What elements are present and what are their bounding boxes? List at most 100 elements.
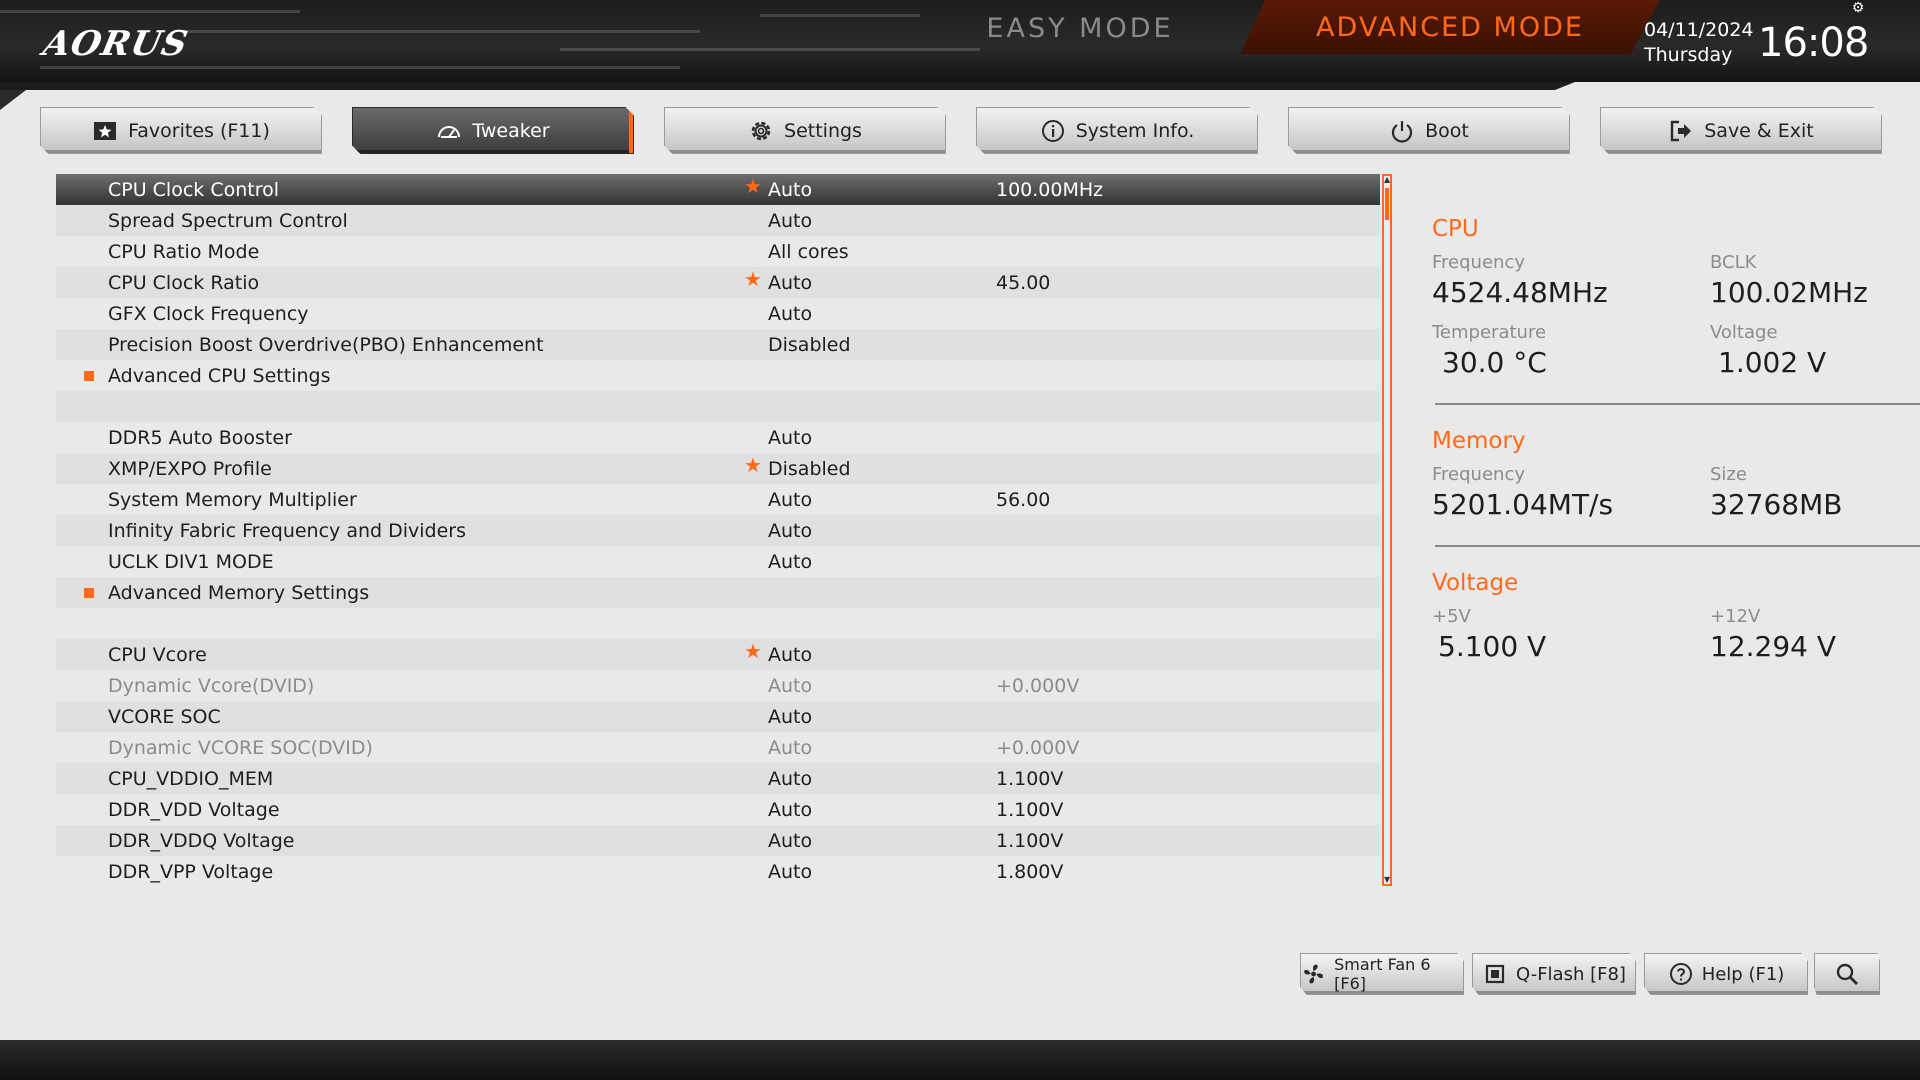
setting-row[interactable]: DDR_VPP Voltage Auto 1.800V: [56, 856, 1380, 887]
setting-row[interactable]: Spread Spectrum Control Auto: [56, 205, 1380, 236]
setting-value[interactable]: Auto: [768, 861, 812, 883]
easy-mode-button[interactable]: EASY MODE: [880, 0, 1280, 56]
setting-value[interactable]: Auto: [768, 303, 812, 325]
setting-row[interactable]: CPU Clock Control ★ Auto 100.00MHz: [56, 174, 1380, 205]
chip-icon: [1485, 964, 1505, 984]
submenu-item[interactable]: Advanced Memory Settings: [56, 577, 1380, 608]
setting-value[interactable]: All cores: [768, 241, 849, 263]
favorite-star-icon[interactable]: ★: [744, 453, 762, 477]
tab-tweaker[interactable]: Tweaker: [352, 107, 634, 154]
setting-row[interactable]: Dynamic VCORE SOC(DVID) Auto +0.000V: [56, 732, 1380, 763]
advanced-mode-button[interactable]: ADVANCED MODE: [1240, 0, 1660, 54]
setting-name: DDR_VDD Voltage: [108, 798, 280, 821]
qflash-button[interactable]: Q-Flash [F8]: [1472, 953, 1636, 995]
blank-row: [56, 608, 1380, 639]
setting-current-value: 1.800V: [996, 860, 1064, 883]
setting-value[interactable]: Auto: [768, 675, 812, 697]
memory-frequency-value: 5201.04MT/s: [1432, 488, 1614, 521]
setting-value[interactable]: Auto: [768, 644, 812, 666]
smart-fan-button[interactable]: Smart Fan 6 [F6]: [1300, 953, 1464, 995]
setting-name: CPU Clock Control: [108, 178, 280, 201]
tab-tweaker-label: Tweaker: [472, 119, 550, 142]
setting-row[interactable]: CPU Ratio Mode All cores: [56, 236, 1380, 267]
setting-row[interactable]: GFX Clock Frequency Auto: [56, 298, 1380, 329]
setting-row[interactable]: DDR5 Auto Booster Auto: [56, 422, 1380, 453]
exit-icon: [1671, 120, 1692, 141]
qflash-label: Q-Flash [F8]: [1516, 963, 1626, 985]
submenu-bullet-icon: [84, 587, 94, 598]
setting-name: DDR_VDDQ Voltage: [108, 829, 295, 852]
setting-row[interactable]: DDR_VDD Voltage Auto 1.100V: [56, 794, 1380, 825]
setting-value[interactable]: Auto: [768, 706, 812, 728]
setting-row[interactable]: CPU Clock Ratio ★ Auto 45.00: [56, 267, 1380, 298]
cpu-temperature-label: Temperature: [1432, 322, 1547, 343]
star-icon: [94, 121, 117, 140]
setting-value[interactable]: Disabled: [768, 334, 851, 356]
setting-name: UCLK DIV1 MODE: [108, 550, 274, 573]
favorite-star-icon[interactable]: ★: [744, 174, 762, 198]
gear-icon[interactable]: ⚙: [1850, 0, 1866, 16]
setting-row[interactable]: Dynamic Vcore(DVID) Auto +0.000V: [56, 670, 1380, 701]
setting-value[interactable]: Auto: [768, 210, 812, 232]
memory-size-label: Size: [1710, 464, 1747, 485]
setting-row[interactable]: DDR_VDDQ Voltage Auto 1.100V: [56, 825, 1380, 856]
smart-fan-label: Smart Fan 6 [F6]: [1334, 955, 1431, 993]
tab-favorites-label: Favorites (F11): [128, 119, 270, 142]
cpu-voltage-value: 1.002 V: [1718, 346, 1827, 379]
setting-value[interactable]: Auto: [768, 799, 812, 821]
setting-value[interactable]: Disabled: [768, 458, 851, 480]
date-text: 04/11/2024: [1644, 19, 1754, 41]
setting-row[interactable]: UCLK DIV1 MODE Auto: [56, 546, 1380, 577]
tab-system-info[interactable]: System Info.: [976, 107, 1258, 154]
setting-value[interactable]: Auto: [768, 768, 812, 790]
favorite-star-icon[interactable]: ★: [744, 267, 762, 291]
search-button[interactable]: [1814, 953, 1880, 995]
setting-value[interactable]: Auto: [768, 179, 812, 201]
setting-row[interactable]: Infinity Fabric Frequency and Dividers Au…: [56, 515, 1380, 546]
divider: [1435, 403, 1920, 405]
voltage-section-title: Voltage: [1432, 570, 1519, 596]
settings-list: CPU Clock Control ★ Auto 100.00MHz Spread Sp…: [56, 174, 1380, 887]
setting-value[interactable]: Auto: [768, 737, 812, 759]
scroll-down-arrow-icon[interactable]: ▼: [1384, 876, 1390, 884]
setting-row[interactable]: System Memory Multiplier Auto 56.00: [56, 484, 1380, 515]
memory-size-value: 32768MB: [1710, 488, 1843, 521]
tab-favorites[interactable]: Favorites (F11): [40, 107, 322, 154]
cpu-bclk-value: 100.02MHz: [1710, 276, 1868, 309]
tab-boot-label: Boot: [1425, 119, 1469, 142]
help-icon: [1669, 963, 1692, 985]
setting-row[interactable]: CPU_VDDIO_MEM Auto 1.100V: [56, 763, 1380, 794]
setting-row[interactable]: CPU Vcore ★ Auto: [56, 639, 1380, 670]
scrollbar[interactable]: ▲ ▼: [1382, 174, 1392, 886]
setting-row[interactable]: XMP/EXPO Profile ★ Disabled: [56, 453, 1380, 484]
tab-settings[interactable]: Settings: [664, 107, 946, 154]
setting-row[interactable]: Precision Boost Overdrive(PBO) Enhanceme…: [56, 329, 1380, 360]
setting-value[interactable]: Auto: [768, 830, 812, 852]
cpu-bclk-label: BCLK: [1710, 252, 1757, 273]
top-header: AORUS EASY MODE ADVANCED MODE 04/11/2024…: [0, 0, 1920, 82]
submenu-item[interactable]: Advanced CPU Settings: [56, 360, 1380, 391]
tab-save-exit-label: Save & Exit: [1704, 119, 1814, 142]
scroll-up-arrow-icon[interactable]: ▲: [1384, 176, 1390, 184]
setting-value[interactable]: Auto: [768, 489, 812, 511]
favorite-star-icon[interactable]: ★: [744, 639, 762, 663]
setting-value[interactable]: Auto: [768, 520, 812, 542]
submenu-bullet-icon: [84, 370, 94, 381]
setting-name: CPU Ratio Mode: [108, 240, 260, 263]
setting-current-value: 1.100V: [996, 767, 1064, 790]
setting-name: System Memory Multiplier: [108, 488, 357, 511]
setting-current-value: +0.000V: [996, 736, 1080, 759]
help-button[interactable]: Help (F1): [1644, 953, 1808, 995]
setting-row[interactable]: VCORE SOC Auto: [56, 701, 1380, 732]
memory-section-title: Memory: [1432, 428, 1526, 454]
tab-boot[interactable]: Boot: [1288, 107, 1570, 154]
setting-name: DDR5 Auto Booster: [108, 426, 292, 449]
setting-value[interactable]: Auto: [768, 551, 812, 573]
scroll-thumb[interactable]: [1385, 188, 1389, 220]
setting-value[interactable]: Auto: [768, 427, 812, 449]
info-icon: [1041, 119, 1064, 142]
setting-value[interactable]: Auto: [768, 272, 812, 294]
tab-save-exit[interactable]: Save & Exit: [1600, 107, 1882, 154]
clock-time: 16:08: [1758, 20, 1869, 66]
setting-name: Spread Spectrum Control: [108, 209, 348, 232]
